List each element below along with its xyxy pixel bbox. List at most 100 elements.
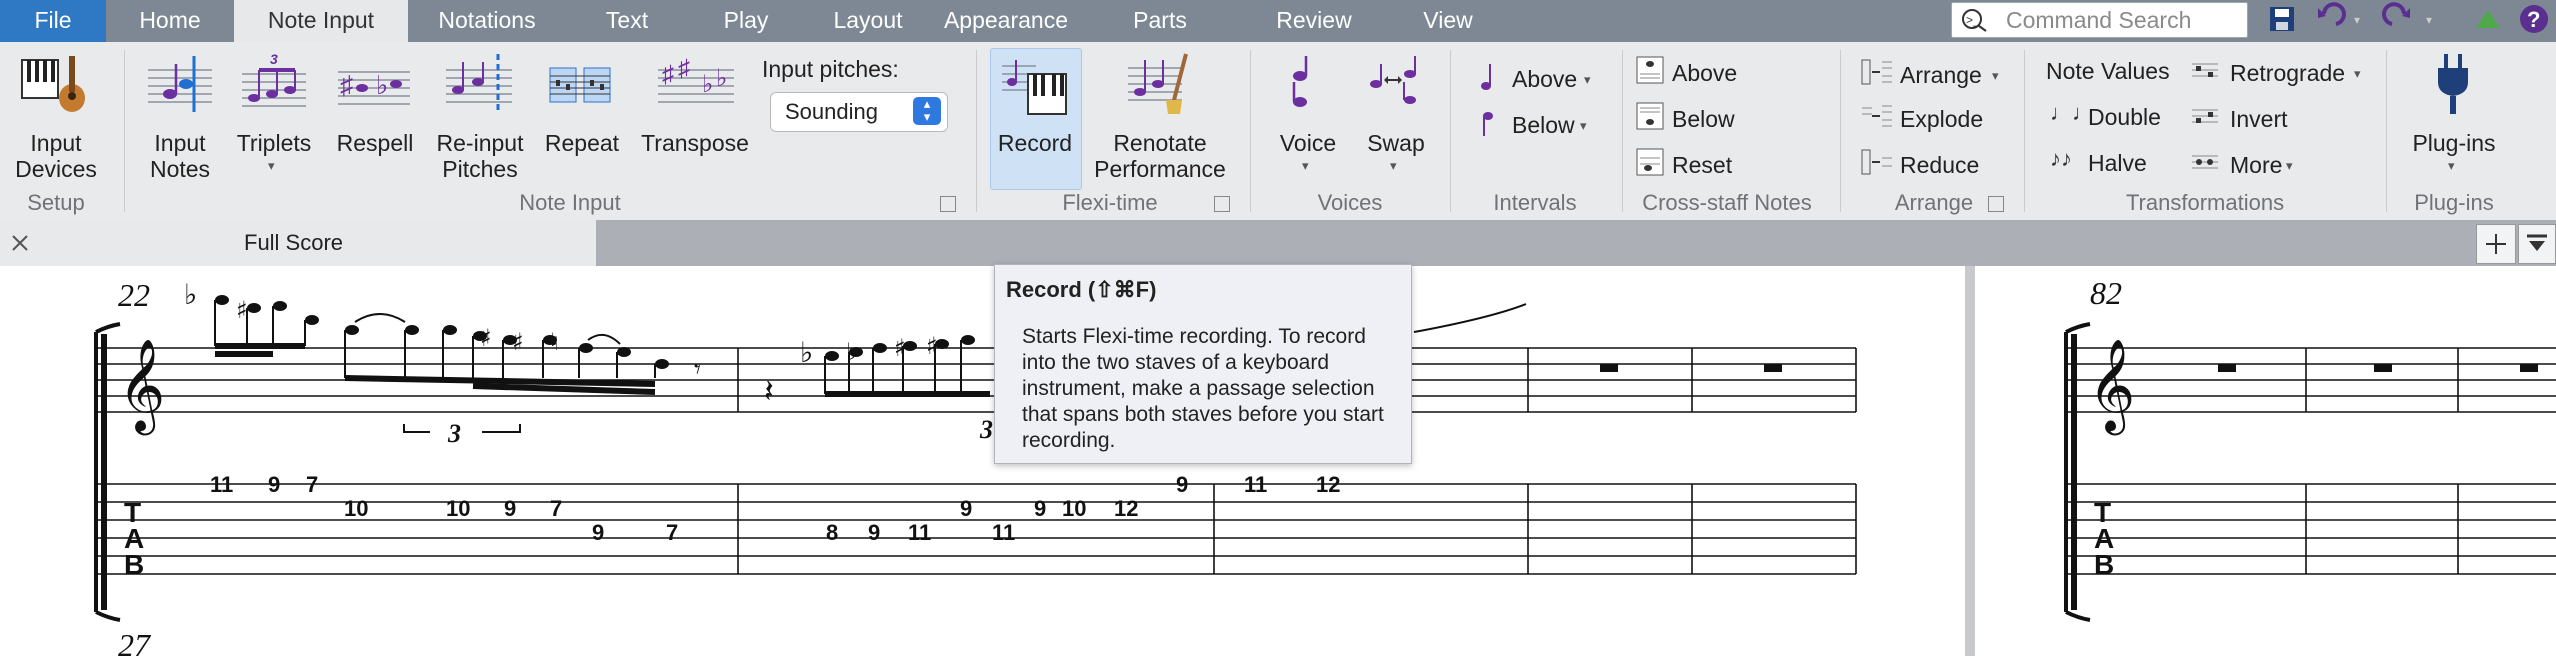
intervals-below-button[interactable]: Below xyxy=(1512,112,1575,138)
swap-dropdown-icon[interactable]: ▾ xyxy=(1390,158,1397,174)
svg-text:♮: ♮ xyxy=(550,328,559,356)
record-icon xyxy=(1002,60,1067,115)
arrange-icon xyxy=(1861,59,1892,85)
plugins-button[interactable]: Plug-ins xyxy=(2398,130,2510,156)
voice-button[interactable]: Voice xyxy=(1264,130,1352,156)
reinput-pitches-button[interactable]: Re-input Pitches xyxy=(428,130,532,182)
respell-button[interactable]: Respell xyxy=(328,130,422,156)
tab-home[interactable]: Home xyxy=(106,0,234,42)
command-search-input[interactable]: >_ Command Search xyxy=(1951,2,2248,38)
bar-number: 27 xyxy=(118,627,152,656)
tab-view[interactable]: View xyxy=(1388,0,1508,42)
tab-number: 10 xyxy=(446,496,470,521)
tab-text[interactable]: Text xyxy=(566,0,688,42)
input-pitches-value: Sounding xyxy=(785,99,878,124)
cross-staff-reset-icon xyxy=(1636,148,1664,176)
arrange-button[interactable]: Arrange xyxy=(1900,62,1982,88)
svg-text:♭: ♭ xyxy=(716,65,727,92)
tab-file[interactable]: File xyxy=(0,0,106,42)
arrange-dropdown-icon[interactable]: ▾ xyxy=(1992,68,1999,84)
flexi-time-options-icon[interactable] xyxy=(1214,196,1230,212)
tab-number: 12 xyxy=(1316,472,1340,497)
more-dropdown-icon[interactable]: ▾ xyxy=(2286,158,2293,174)
tab-number: 8 xyxy=(826,520,838,545)
more-transformations-icon xyxy=(2192,155,2218,169)
svg-text:▾: ▾ xyxy=(2354,13,2360,27)
tab-appearance[interactable]: Appearance xyxy=(932,0,1080,42)
tab-play[interactable]: Play xyxy=(688,0,804,42)
svg-text:♯: ♯ xyxy=(662,61,674,88)
repeat-button[interactable]: Repeat xyxy=(540,130,624,156)
intervals-above-dropdown-icon[interactable]: ▾ xyxy=(1584,72,1591,88)
intervals-below-dropdown-icon[interactable]: ▾ xyxy=(1580,118,1587,134)
voice-dropdown-icon[interactable]: ▾ xyxy=(1302,158,1309,174)
input-devices-button[interactable]: Input Devices xyxy=(0,130,112,182)
cross-staff-above-button[interactable]: Above xyxy=(1672,60,1737,86)
score-view-divider[interactable] xyxy=(1965,266,1975,656)
retrograde-dropdown-icon[interactable]: ▾ xyxy=(2354,66,2361,82)
tab-number: 10 xyxy=(1062,496,1086,521)
plugins-dropdown-icon[interactable]: ▾ xyxy=(2448,158,2455,174)
help-icon[interactable]: ? xyxy=(2516,0,2552,40)
note-input-options-icon[interactable] xyxy=(940,196,956,212)
reduce-button[interactable]: Reduce xyxy=(1900,152,1979,178)
transpose-button[interactable]: Transpose xyxy=(634,130,756,156)
retrograde-button[interactable]: Retrograde xyxy=(2230,60,2345,86)
tab-review[interactable]: Review xyxy=(1240,0,1388,42)
tab-number: 9 xyxy=(868,520,880,545)
svg-text:♭: ♭ xyxy=(184,278,197,311)
undo-icon[interactable]: ▾ xyxy=(2310,0,2370,40)
svg-text:♯: ♯ xyxy=(340,70,353,100)
tab-number: 7 xyxy=(550,496,562,521)
save-icon[interactable] xyxy=(2264,0,2300,40)
input-pitches-select[interactable]: Sounding ▴ ▾ xyxy=(770,92,948,132)
renotate-performance-button[interactable]: Renotate Performance xyxy=(1092,130,1228,182)
group-label-intervals: Intervals xyxy=(1493,190,1577,215)
group-label-flexi-time: Flexi-time xyxy=(1062,190,1158,215)
input-notes-button[interactable]: Input Notes xyxy=(136,130,224,182)
barlines-2 xyxy=(2305,348,2459,574)
select-chevron-icon: ▴ ▾ xyxy=(913,97,941,125)
svg-text:♯: ♯ xyxy=(678,55,690,82)
invert-button[interactable]: Invert xyxy=(2230,106,2288,132)
tab-number: 9 xyxy=(504,496,516,521)
filter-menu-icon xyxy=(2527,234,2547,251)
tab-layout[interactable]: Layout xyxy=(804,0,932,42)
triangle-up-icon[interactable] xyxy=(2470,0,2506,40)
record-tooltip: Record (⇧⌘F) Starts Flexi-time recording… xyxy=(994,264,1412,464)
triplet-number: 3 xyxy=(447,419,461,448)
arrange-options-icon[interactable] xyxy=(1988,196,2004,212)
intervals-above-button[interactable]: Above xyxy=(1512,66,1577,92)
command-search-placeholder: Command Search xyxy=(2006,7,2192,33)
tab-note-input[interactable]: Note Input xyxy=(234,0,408,42)
halve-button[interactable]: Halve xyxy=(2088,150,2147,176)
svg-text:♭: ♭ xyxy=(846,338,857,366)
tab-notations[interactable]: Notations xyxy=(408,0,566,42)
tab-parts[interactable]: Parts xyxy=(1080,0,1240,42)
tab-menu-button[interactable] xyxy=(2518,224,2556,264)
explode-button[interactable]: Explode xyxy=(1900,106,1983,132)
menu-bar: File Home Note Input Notations Text Play… xyxy=(0,0,2556,42)
triplets-button[interactable]: Triplets xyxy=(228,130,320,156)
redo-icon[interactable]: ▾ xyxy=(2382,0,2442,40)
cross-staff-below-button[interactable]: Below xyxy=(1672,106,1735,132)
reinput-pitches-icon xyxy=(446,54,512,112)
tab-number: 9 xyxy=(268,472,280,497)
svg-text:♯: ♯ xyxy=(480,324,492,352)
tab-number: 11 xyxy=(210,472,233,497)
svg-text:♭: ♭ xyxy=(800,336,813,369)
tab-number: 12 xyxy=(1114,496,1138,521)
add-tab-button[interactable] xyxy=(2476,224,2516,264)
ribbon-divider xyxy=(124,50,125,212)
tab-full-score[interactable]: Full Score xyxy=(0,220,596,266)
swap-button[interactable]: Swap xyxy=(1352,130,1440,156)
cross-staff-reset-button[interactable]: Reset xyxy=(1672,152,1732,178)
double-button[interactable]: Double xyxy=(2088,104,2161,130)
slur xyxy=(354,313,406,323)
invert-icon xyxy=(2192,109,2218,123)
triplets-dropdown-icon[interactable]: ▾ xyxy=(268,158,275,174)
close-icon[interactable] xyxy=(10,233,30,253)
group-label-plugins: Plug-ins xyxy=(2414,190,2494,215)
respell-icon: ♯ ♭ xyxy=(338,70,410,105)
more-transformations-button[interactable]: More xyxy=(2230,152,2282,178)
